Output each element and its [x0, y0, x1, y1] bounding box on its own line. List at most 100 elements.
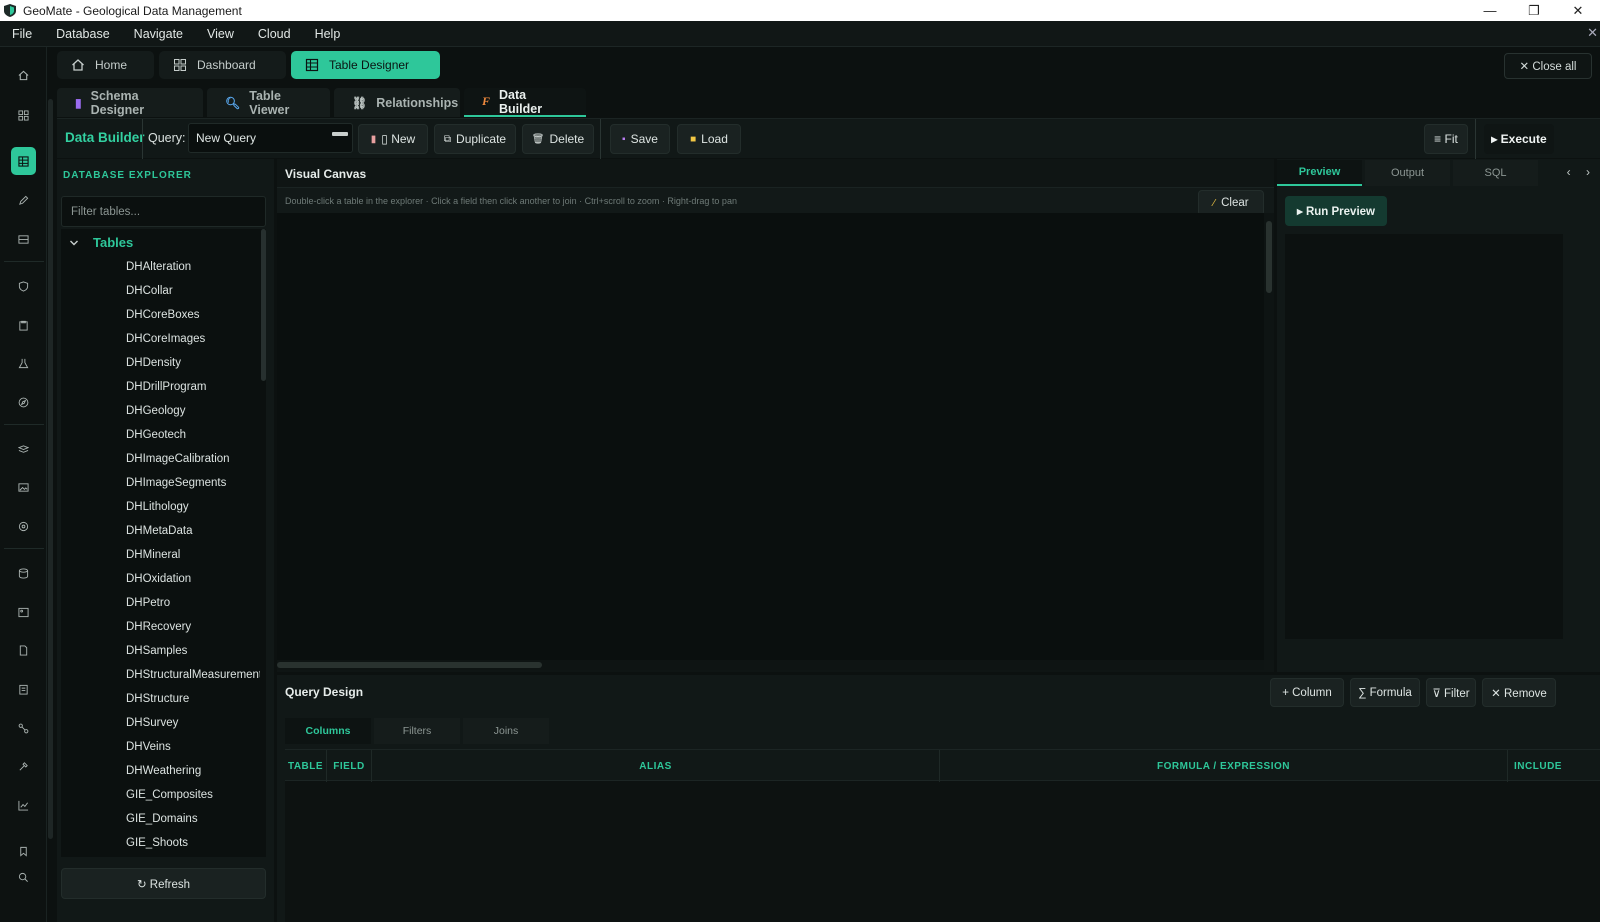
new-query-button[interactable]: ▮ ▯ New: [358, 124, 428, 154]
explorer-scroll-thumb[interactable]: [261, 229, 266, 381]
table-list-item[interactable]: GIE_Domains: [126, 807, 260, 831]
table-list-item[interactable]: DHVeins: [126, 735, 260, 759]
document-icon[interactable]: [15, 642, 31, 658]
table-list-item[interactable]: GIE_Shoots: [126, 831, 260, 855]
tab-scroll-arrows-icon[interactable]: ‹ ›: [1567, 165, 1596, 179]
clipboard-icon[interactable]: [15, 317, 31, 333]
canvas-vertical-scrollbar[interactable]: [1264, 213, 1274, 660]
menu-help[interactable]: Help: [303, 27, 353, 41]
table-list-item[interactable]: DHImageCalibration: [126, 447, 260, 471]
table-list-item[interactable]: DHPetro: [126, 591, 260, 615]
table-list-item[interactable]: DHSamples: [126, 639, 260, 663]
tab-filters[interactable]: Filters: [374, 718, 460, 744]
tools-icon[interactable]: [15, 758, 31, 774]
search-icon[interactable]: [15, 869, 31, 885]
menu-file[interactable]: File: [0, 27, 44, 41]
chart-icon[interactable]: [15, 797, 31, 813]
table-list-item[interactable]: DHRecovery: [126, 615, 260, 639]
table-list-item[interactable]: DHCoreBoxes: [126, 303, 260, 327]
image-icon[interactable]: [15, 479, 31, 495]
connect-icon[interactable]: [15, 720, 31, 736]
photo-icon[interactable]: [15, 604, 31, 620]
table-list-item[interactable]: DHLithology: [126, 495, 260, 519]
canvas-hscroll-thumb[interactable]: [277, 662, 542, 668]
close-window-button[interactable]: ✕: [1556, 0, 1600, 21]
tab-table-viewer[interactable]: 🔍︎ Table Viewer: [207, 88, 330, 117]
canvas-horizontal-scrollbar[interactable]: [277, 660, 1264, 670]
run-preview-button[interactable]: ▸ Run Preview: [1285, 196, 1387, 226]
rail-scrollbar[interactable]: [48, 99, 53, 839]
column-header-field[interactable]: FIELD: [327, 750, 372, 782]
query-name-input[interactable]: [188, 123, 353, 153]
bookmark-icon[interactable]: [15, 843, 31, 859]
database-icon[interactable]: [15, 565, 31, 581]
table-list-item[interactable]: DHCollar: [126, 279, 260, 303]
menu-close-icon[interactable]: ✕: [1587, 25, 1598, 41]
target-icon[interactable]: [15, 518, 31, 534]
compass-icon[interactable]: [15, 394, 31, 410]
query-dropdown-icon[interactable]: [332, 132, 348, 136]
table-list-item[interactable]: DHImageSegments: [126, 471, 260, 495]
tab-columns[interactable]: Columns: [285, 718, 371, 744]
table-list-item[interactable]: DHMetaData: [126, 519, 260, 543]
table-designer-icon[interactable]: [11, 147, 36, 175]
tab-table-designer[interactable]: Table Designer: [291, 51, 440, 79]
add-formula-button[interactable]: ∑ Formula: [1350, 678, 1420, 707]
column-header-alias[interactable]: ALIAS: [372, 750, 940, 782]
save-button[interactable]: ▪ Save: [610, 124, 670, 154]
restore-button[interactable]: ❐: [1512, 0, 1556, 21]
add-filter-button[interactable]: ⊽ Filter: [1426, 678, 1476, 707]
table-list-item[interactable]: DHOxidation: [126, 567, 260, 591]
execute-button[interactable]: ▸ Execute: [1484, 124, 1554, 154]
menu-database[interactable]: Database: [44, 27, 122, 41]
tab-schema-designer[interactable]: ▮ Schema Designer: [57, 88, 203, 117]
table-list-item[interactable]: DHDensity: [126, 351, 260, 375]
column-header-include[interactable]: INCLUDE: [1508, 750, 1568, 782]
filter-tables-input[interactable]: [61, 196, 266, 227]
load-button[interactable]: ■ Load: [677, 124, 741, 154]
table-list-item[interactable]: DHSurvey: [126, 711, 260, 735]
tab-output[interactable]: Output: [1365, 160, 1450, 186]
table-list-item[interactable]: DHGeotech: [126, 423, 260, 447]
delete-button[interactable]: 🗑︎ Delete: [522, 124, 594, 154]
remove-button[interactable]: ✕ Remove: [1482, 678, 1556, 707]
table-list-item[interactable]: DHCoreImages: [126, 327, 260, 351]
table-list-item[interactable]: DHMineral: [126, 543, 260, 567]
dashboard-icon[interactable]: [15, 107, 31, 123]
grid-icon[interactable]: [15, 231, 31, 247]
home-icon[interactable]: [15, 67, 31, 83]
add-column-button[interactable]: + Column: [1270, 678, 1344, 707]
minimize-button[interactable]: —: [1468, 0, 1512, 21]
table-list-item[interactable]: DHStructure: [126, 687, 260, 711]
table-list-item[interactable]: DHGeology: [126, 399, 260, 423]
tab-relationships[interactable]: ⛓︎ Relationships: [334, 88, 460, 117]
fit-button[interactable]: ≡ Fit: [1424, 124, 1468, 154]
layers-icon[interactable]: [15, 441, 31, 457]
menu-cloud[interactable]: Cloud: [246, 27, 303, 41]
column-header-table[interactable]: TABLE: [285, 750, 327, 782]
tab-preview[interactable]: Preview: [1277, 160, 1362, 186]
shield-icon[interactable]: [15, 278, 31, 294]
canvas-drawing-area[interactable]: [277, 213, 1264, 660]
tab-data-builder[interactable]: F Data Builder: [464, 88, 586, 117]
table-list-item[interactable]: DHStructuralMeasurements: [126, 663, 260, 687]
close-all-button[interactable]: ✕ Close all: [1504, 53, 1592, 79]
edit-icon[interactable]: [15, 192, 31, 208]
report-icon[interactable]: [15, 681, 31, 697]
tables-group-toggle[interactable]: Tables: [69, 235, 133, 250]
canvas-vscroll-thumb[interactable]: [1266, 221, 1272, 293]
column-header-formula[interactable]: FORMULA / EXPRESSION: [940, 750, 1508, 782]
explorer-scrollbar[interactable]: [260, 229, 266, 857]
table-list-item[interactable]: DHWeathering: [126, 759, 260, 783]
tab-sql[interactable]: SQL: [1453, 160, 1538, 186]
table-list-item[interactable]: DHAlteration: [126, 255, 260, 279]
flask-icon[interactable]: [15, 355, 31, 371]
tab-dashboard[interactable]: Dashboard: [159, 51, 286, 79]
duplicate-button[interactable]: ⧉ Duplicate: [434, 124, 516, 154]
refresh-button[interactable]: ↻ Refresh: [61, 868, 266, 899]
tab-home[interactable]: Home: [57, 51, 154, 79]
table-list-item[interactable]: GIE_Composites: [126, 783, 260, 807]
menu-navigate[interactable]: Navigate: [122, 27, 195, 41]
menu-view[interactable]: View: [195, 27, 246, 41]
tab-joins[interactable]: Joins: [463, 718, 549, 744]
